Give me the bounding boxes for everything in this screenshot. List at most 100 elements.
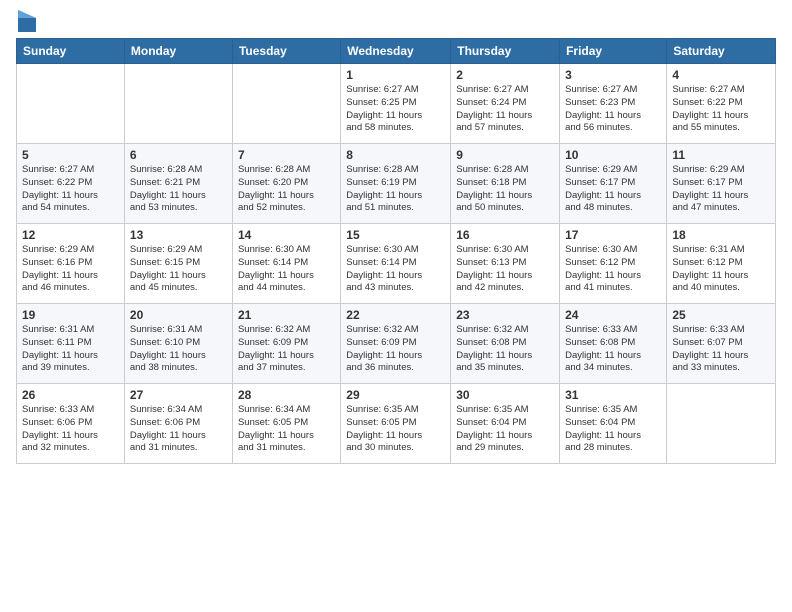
day-cell-25: 25Sunrise: 6:33 AM Sunset: 6:07 PM Dayli… — [667, 304, 776, 384]
day-info: Sunrise: 6:27 AM Sunset: 6:22 PM Dayligh… — [672, 84, 770, 135]
day-info: Sunrise: 6:30 AM Sunset: 6:12 PM Dayligh… — [565, 244, 661, 295]
day-cell-30: 30Sunrise: 6:35 AM Sunset: 6:04 PM Dayli… — [451, 384, 560, 464]
day-number: 13 — [130, 228, 227, 242]
day-cell-29: 29 Sunrise: 6:35 AM Sunset: 6:05 PM Dayli… — [341, 384, 451, 464]
day-info: Sunrise: 6:27 AM Sunset: 6:23 PM Dayligh… — [565, 84, 661, 135]
day-info: Sunrise: 6:35 AM Sunset: 6:04 PM Dayligh… — [565, 404, 661, 455]
day-info: Sunrise: 6:32 AM Sunset: 6:09 PM Dayligh… — [346, 324, 445, 375]
weekday-header-sunday: Sunday — [17, 39, 125, 64]
day-number: 4 — [672, 68, 770, 82]
header — [16, 10, 776, 32]
day-cell-10: 10 Sunrise: 6:29 AM Sunset: 6:17 PM Dayli… — [560, 144, 667, 224]
day-cell-17: 17 Sunrise: 6:30 AM Sunset: 6:12 PM Dayli… — [560, 224, 667, 304]
day-number: 5 — [22, 148, 119, 162]
day-cell-27: 27 Sunrise: 6:34 AM Sunset: 6:06 PM Dayli… — [124, 384, 232, 464]
day-cell-11: 11 Sunrise: 6:29 AM Sunset: 6:17 PM Dayli… — [667, 144, 776, 224]
day-info: Sunrise: 6:27 AM Sunset: 6:22 PM Dayligh… — [22, 164, 119, 215]
day-cell-9: 9Sunrise: 6:28 AM Sunset: 6:18 PM Daylig… — [451, 144, 560, 224]
day-cell-19: 19Sunrise: 6:31 AM Sunset: 6:11 PM Dayli… — [17, 304, 125, 384]
logo — [16, 14, 36, 32]
calendar-week-3: 12Sunrise: 6:29 AM Sunset: 6:16 PM Dayli… — [17, 224, 776, 304]
day-number: 31 — [565, 388, 661, 402]
weekday-header-row: SundayMondayTuesdayWednesdayThursdayFrid… — [17, 39, 776, 64]
day-number: 22 — [346, 308, 445, 322]
day-cell-15: 15Sunrise: 6:30 AM Sunset: 6:14 PM Dayli… — [341, 224, 451, 304]
day-number: 29 — [346, 388, 445, 402]
day-info: Sunrise: 6:28 AM Sunset: 6:20 PM Dayligh… — [238, 164, 335, 215]
day-number: 10 — [565, 148, 661, 162]
day-info: Sunrise: 6:30 AM Sunset: 6:14 PM Dayligh… — [346, 244, 445, 295]
weekday-header-tuesday: Tuesday — [232, 39, 340, 64]
day-info: Sunrise: 6:28 AM Sunset: 6:21 PM Dayligh… — [130, 164, 227, 215]
day-info: Sunrise: 6:28 AM Sunset: 6:19 PM Dayligh… — [346, 164, 445, 215]
day-info: Sunrise: 6:30 AM Sunset: 6:14 PM Dayligh… — [238, 244, 335, 295]
day-number: 27 — [130, 388, 227, 402]
day-cell-20: 20 Sunrise: 6:31 AM Sunset: 6:10 PM Dayli… — [124, 304, 232, 384]
day-info: Sunrise: 6:29 AM Sunset: 6:15 PM Dayligh… — [130, 244, 227, 295]
day-cell-24: 24 Sunrise: 6:33 AM Sunset: 6:08 PM Dayli… — [560, 304, 667, 384]
day-info: Sunrise: 6:35 AM Sunset: 6:05 PM Dayligh… — [346, 404, 445, 455]
calendar-week-4: 19Sunrise: 6:31 AM Sunset: 6:11 PM Dayli… — [17, 304, 776, 384]
empty-cell — [17, 64, 125, 144]
day-number: 9 — [456, 148, 554, 162]
day-cell-26: 26 Sunrise: 6:33 AM Sunset: 6:06 PM Dayli… — [17, 384, 125, 464]
day-info: Sunrise: 6:30 AM Sunset: 6:13 PM Dayligh… — [456, 244, 554, 295]
calendar-week-5: 26 Sunrise: 6:33 AM Sunset: 6:06 PM Dayli… — [17, 384, 776, 464]
day-number: 12 — [22, 228, 119, 242]
day-number: 20 — [130, 308, 227, 322]
day-cell-1: 1 Sunrise: 6:27 AM Sunset: 6:25 PM Daylig… — [341, 64, 451, 144]
day-number: 19 — [22, 308, 119, 322]
day-info: Sunrise: 6:31 AM Sunset: 6:12 PM Dayligh… — [672, 244, 770, 295]
empty-cell — [124, 64, 232, 144]
calendar-week-1: 1 Sunrise: 6:27 AM Sunset: 6:25 PM Daylig… — [17, 64, 776, 144]
day-cell-12: 12Sunrise: 6:29 AM Sunset: 6:16 PM Dayli… — [17, 224, 125, 304]
day-number: 3 — [565, 68, 661, 82]
day-cell-13: 13 Sunrise: 6:29 AM Sunset: 6:15 PM Dayli… — [124, 224, 232, 304]
day-cell-22: 22 Sunrise: 6:32 AM Sunset: 6:09 PM Dayli… — [341, 304, 451, 384]
weekday-header-wednesday: Wednesday — [341, 39, 451, 64]
day-number: 24 — [565, 308, 661, 322]
day-cell-4: 4 Sunrise: 6:27 AM Sunset: 6:22 PM Daylig… — [667, 64, 776, 144]
day-info: Sunrise: 6:34 AM Sunset: 6:05 PM Dayligh… — [238, 404, 335, 455]
day-number: 2 — [456, 68, 554, 82]
day-cell-28: 28 Sunrise: 6:34 AM Sunset: 6:05 PM Dayli… — [232, 384, 340, 464]
day-info: Sunrise: 6:31 AM Sunset: 6:10 PM Dayligh… — [130, 324, 227, 375]
day-number: 23 — [456, 308, 554, 322]
day-number: 17 — [565, 228, 661, 242]
empty-cell — [667, 384, 776, 464]
day-cell-7: 7 Sunrise: 6:28 AM Sunset: 6:20 PM Daylig… — [232, 144, 340, 224]
day-number: 26 — [22, 388, 119, 402]
day-info: Sunrise: 6:29 AM Sunset: 6:17 PM Dayligh… — [565, 164, 661, 215]
logo-icon — [18, 10, 36, 32]
day-cell-16: 16Sunrise: 6:30 AM Sunset: 6:13 PM Dayli… — [451, 224, 560, 304]
day-cell-3: 3 Sunrise: 6:27 AM Sunset: 6:23 PM Daylig… — [560, 64, 667, 144]
day-info: Sunrise: 6:33 AM Sunset: 6:07 PM Dayligh… — [672, 324, 770, 375]
day-number: 7 — [238, 148, 335, 162]
day-cell-5: 5 Sunrise: 6:27 AM Sunset: 6:22 PM Daylig… — [17, 144, 125, 224]
day-cell-8: 8 Sunrise: 6:28 AM Sunset: 6:19 PM Daylig… — [341, 144, 451, 224]
weekday-header-thursday: Thursday — [451, 39, 560, 64]
day-cell-31: 31 Sunrise: 6:35 AM Sunset: 6:04 PM Dayli… — [560, 384, 667, 464]
calendar-table: SundayMondayTuesdayWednesdayThursdayFrid… — [16, 38, 776, 464]
day-cell-21: 21Sunrise: 6:32 AM Sunset: 6:09 PM Dayli… — [232, 304, 340, 384]
day-cell-14: 14 Sunrise: 6:30 AM Sunset: 6:14 PM Dayli… — [232, 224, 340, 304]
day-number: 14 — [238, 228, 335, 242]
day-info: Sunrise: 6:33 AM Sunset: 6:06 PM Dayligh… — [22, 404, 119, 455]
day-number: 8 — [346, 148, 445, 162]
empty-cell — [232, 64, 340, 144]
day-cell-18: 18 Sunrise: 6:31 AM Sunset: 6:12 PM Dayli… — [667, 224, 776, 304]
day-info: Sunrise: 6:29 AM Sunset: 6:17 PM Dayligh… — [672, 164, 770, 215]
day-number: 28 — [238, 388, 335, 402]
day-number: 11 — [672, 148, 770, 162]
day-info: Sunrise: 6:34 AM Sunset: 6:06 PM Dayligh… — [130, 404, 227, 455]
day-info: Sunrise: 6:32 AM Sunset: 6:08 PM Dayligh… — [456, 324, 554, 375]
calendar-week-2: 5 Sunrise: 6:27 AM Sunset: 6:22 PM Daylig… — [17, 144, 776, 224]
day-number: 1 — [346, 68, 445, 82]
day-info: Sunrise: 6:35 AM Sunset: 6:04 PM Dayligh… — [456, 404, 554, 455]
weekday-header-monday: Monday — [124, 39, 232, 64]
day-cell-6: 6Sunrise: 6:28 AM Sunset: 6:21 PM Daylig… — [124, 144, 232, 224]
day-info: Sunrise: 6:33 AM Sunset: 6:08 PM Dayligh… — [565, 324, 661, 375]
weekday-header-saturday: Saturday — [667, 39, 776, 64]
day-info: Sunrise: 6:27 AM Sunset: 6:25 PM Dayligh… — [346, 84, 445, 135]
day-number: 18 — [672, 228, 770, 242]
